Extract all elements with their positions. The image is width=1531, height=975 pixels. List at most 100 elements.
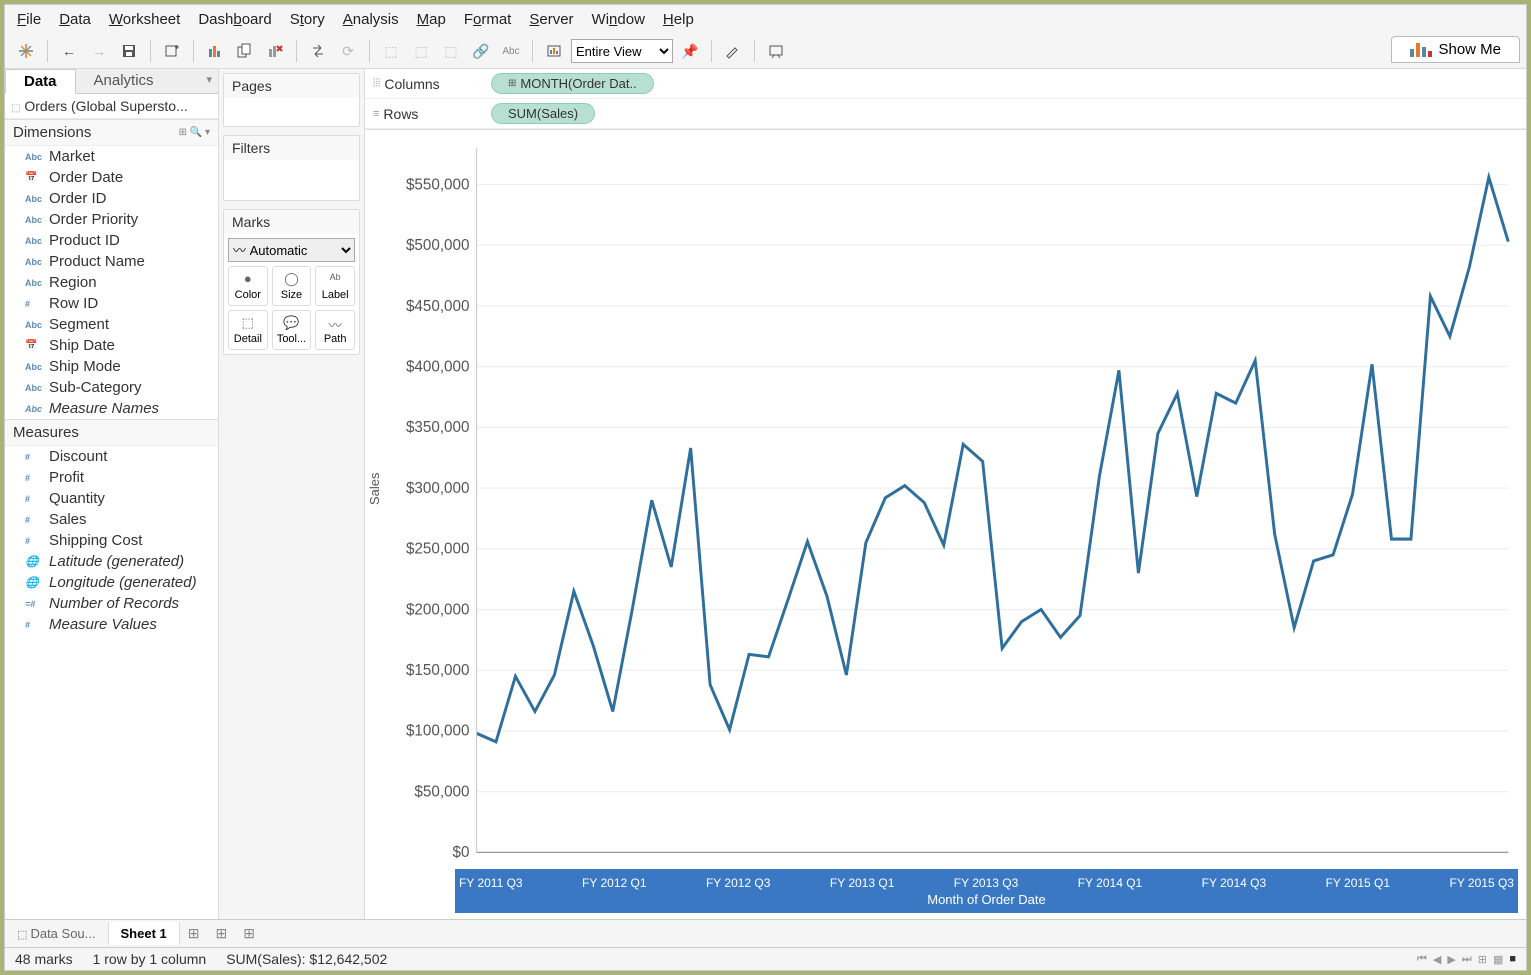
pin-icon[interactable]: 📌 [677, 38, 703, 64]
status-bar: 48 marks 1 row by 1 column SUM(Sales): $… [5, 947, 1526, 970]
clear-sheet-icon[interactable] [262, 38, 288, 64]
menu-format[interactable]: Format [464, 11, 512, 28]
rows-pill[interactable]: SUM(Sales) [491, 103, 595, 124]
sort-desc-icon[interactable]: ⬚ [408, 38, 434, 64]
new-worksheet-icon[interactable] [202, 38, 228, 64]
highlight-icon[interactable] [720, 38, 746, 64]
group-icon[interactable]: 🔗 [468, 38, 494, 64]
menu-help[interactable]: Help [663, 11, 694, 28]
tab-menu-icon[interactable]: ▾ [200, 69, 218, 93]
duplicate-icon[interactable] [232, 38, 258, 64]
field-order-date[interactable]: 📅Order Date [5, 167, 218, 188]
field-sales[interactable]: #Sales [5, 509, 218, 530]
field-ship-mode[interactable]: AbcShip Mode [5, 356, 218, 377]
new-sheet-icon[interactable]: ⊞ [180, 921, 208, 946]
field-measure-names[interactable]: AbcMeasure Names [5, 398, 218, 419]
toolbar: ← → ⟳ ⬚ ⬚ ⬚ 🔗 Abc Entire View 📌 [5, 34, 1526, 69]
measures-list: #Discount#Profit#Quantity#Sales#Shipping… [5, 446, 218, 919]
x-axis-label: Month of Order Date [455, 892, 1518, 909]
columns-shelf[interactable]: ⦙⦙⦙Columns ⊞ MONTH(Order Dat.. [365, 69, 1526, 99]
new-dashboard-icon[interactable]: ⊞ [207, 921, 235, 946]
back-icon[interactable]: ← [56, 38, 82, 64]
menu-window[interactable]: Window [592, 11, 645, 28]
nav-next-icon[interactable]: ▶ [1447, 953, 1455, 966]
rows-shelf[interactable]: ≡Rows SUM(Sales) [365, 99, 1526, 129]
new-datasource-icon[interactable] [159, 38, 185, 64]
field-measure-values[interactable]: #Measure Values [5, 614, 218, 635]
x-axis: FY 2011 Q3FY 2012 Q1FY 2012 Q3FY 2013 Q1… [455, 869, 1518, 913]
menu-map[interactable]: Map [417, 11, 446, 28]
dimensions-header: Dimensions ⊞ 🔍 ▾ [5, 119, 218, 146]
abc-icon[interactable]: Abc [498, 38, 524, 64]
view-single-icon[interactable]: ■ [1509, 953, 1516, 966]
datasource-name[interactable]: ⬚ Orders (Global Supersto... [5, 94, 218, 119]
field-profit[interactable]: #Profit [5, 467, 218, 488]
save-icon[interactable] [116, 38, 142, 64]
filters-card[interactable]: Filters [223, 135, 360, 201]
x-tick: FY 2014 Q3 [1202, 876, 1267, 890]
show-me-button[interactable]: Show Me [1391, 36, 1520, 63]
totals-icon[interactable]: ⬚ [438, 38, 464, 64]
field-number-of-records[interactable]: =#Number of Records [5, 593, 218, 614]
tab-data[interactable]: Data [5, 69, 76, 94]
svg-text:$550,000: $550,000 [406, 176, 470, 193]
columns-pill[interactable]: ⊞ MONTH(Order Dat.. [491, 73, 654, 94]
fit-icon[interactable] [541, 38, 567, 64]
menu-file[interactable]: File [17, 11, 41, 28]
expand-icon: ⊞ [508, 78, 516, 89]
field-segment[interactable]: AbcSegment [5, 314, 218, 335]
field-region[interactable]: AbcRegion [5, 272, 218, 293]
fit-select[interactable]: Entire View [571, 39, 673, 63]
svg-text:$400,000: $400,000 [406, 358, 470, 375]
menu-server[interactable]: Server [529, 11, 573, 28]
datasource-tab[interactable]: ⬚ Data Sou... [5, 922, 109, 945]
field-product-id[interactable]: AbcProduct ID [5, 230, 218, 251]
forward-icon[interactable]: → [86, 38, 112, 64]
sort-asc-icon[interactable]: ⬚ [378, 38, 404, 64]
field-quantity[interactable]: #Quantity [5, 488, 218, 509]
chart[interactable]: Sales $0$50,000$100,000$150,000$200,000$… [365, 130, 1526, 919]
mark-btn-tool[interactable]: 💬Tool... [272, 310, 312, 350]
field-ship-date[interactable]: 📅Ship Date [5, 335, 218, 356]
nav-first-icon[interactable]: ⏮ [1417, 953, 1427, 966]
tableau-logo-icon[interactable] [13, 38, 39, 64]
svg-text:$50,000: $50,000 [414, 783, 469, 800]
x-tick: FY 2012 Q1 [582, 876, 647, 890]
field-latitude-generated-[interactable]: 🌐Latitude (generated) [5, 551, 218, 572]
sheet1-tab[interactable]: Sheet 1 [109, 922, 180, 945]
field-order-id[interactable]: AbcOrder ID [5, 188, 218, 209]
field-discount[interactable]: #Discount [5, 446, 218, 467]
status-dims: 1 row by 1 column [93, 951, 207, 967]
menu-worksheet[interactable]: Worksheet [109, 11, 180, 28]
view-list-icon[interactable]: ▦ [1493, 953, 1503, 966]
x-tick: FY 2015 Q3 [1449, 876, 1514, 890]
mark-btn-path[interactable]: 〰Path [315, 310, 355, 350]
mark-btn-size[interactable]: ◯Size [272, 266, 312, 306]
field-sub-category[interactable]: AbcSub-Category [5, 377, 218, 398]
menu-dashboard[interactable]: Dashboard [198, 11, 271, 28]
mark-btn-color[interactable]: ●Color [228, 266, 268, 306]
x-tick: FY 2014 Q1 [1078, 876, 1143, 890]
new-story-icon[interactable]: ⊞ [235, 921, 263, 946]
menu-story[interactable]: Story [290, 11, 325, 28]
pages-card[interactable]: Pages [223, 73, 360, 127]
view-grid-icon[interactable]: ⊞ [1478, 953, 1487, 966]
swap-icon[interactable] [305, 38, 331, 64]
nav-prev-icon[interactable]: ◀ [1433, 953, 1441, 966]
tab-analytics[interactable]: Analytics [76, 69, 172, 93]
nav-last-icon[interactable]: ⏭ [1462, 953, 1472, 966]
field-product-name[interactable]: AbcProduct Name [5, 251, 218, 272]
filters-label: Filters [224, 136, 359, 160]
menu-data[interactable]: Data [59, 11, 91, 28]
field-longitude-generated-[interactable]: 🌐Longitude (generated) [5, 572, 218, 593]
marks-type-select[interactable]: 〰 Automatic [228, 238, 355, 262]
presentation-icon[interactable] [763, 38, 789, 64]
mark-btn-detail[interactable]: ⬚Detail [228, 310, 268, 350]
field-shipping-cost[interactable]: #Shipping Cost [5, 530, 218, 551]
mark-btn-label[interactable]: ᴬᵇLabel [315, 266, 355, 306]
field-market[interactable]: AbcMarket [5, 146, 218, 167]
field-order-priority[interactable]: AbcOrder Priority [5, 209, 218, 230]
refresh-icon[interactable]: ⟳ [335, 38, 361, 64]
field-row-id[interactable]: #Row ID [5, 293, 218, 314]
menu-analysis[interactable]: Analysis [343, 11, 399, 28]
